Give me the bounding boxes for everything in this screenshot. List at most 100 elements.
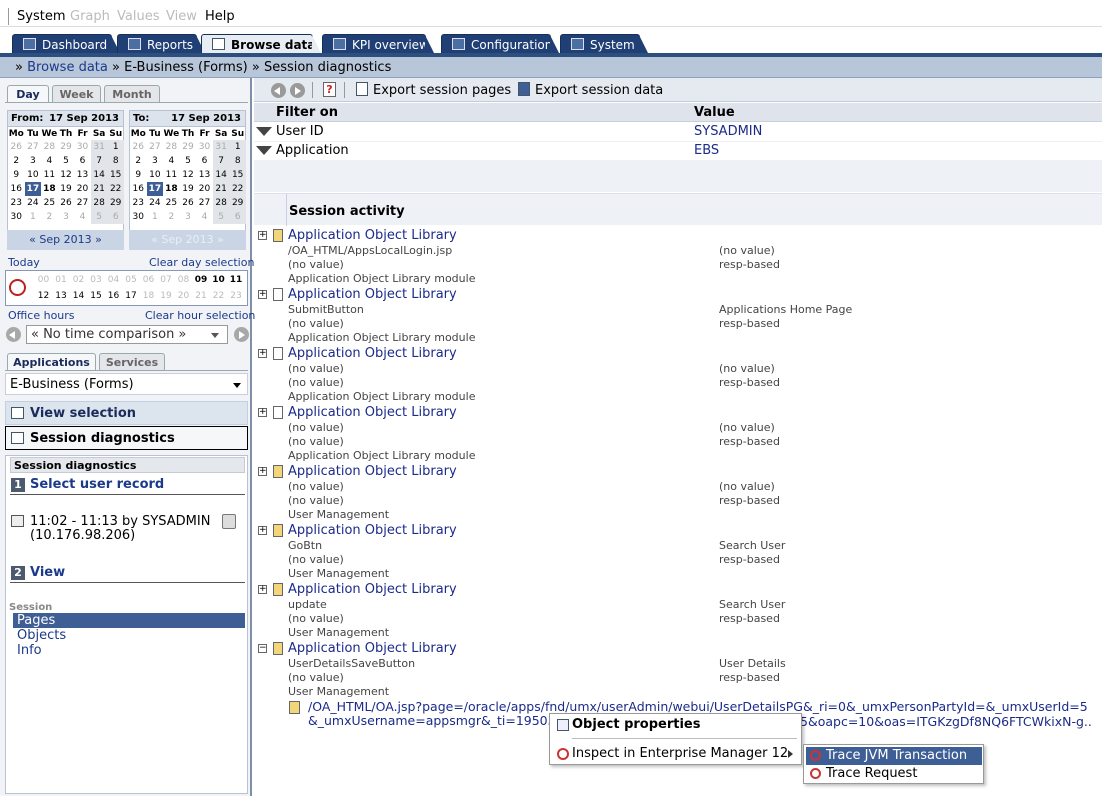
activity-title[interactable]: Application Object Library [288, 582, 457, 597]
calendar-day[interactable]: 3 [147, 154, 164, 168]
calendar-day[interactable]: 5 [90, 210, 108, 224]
calendar-day[interactable]: 28 [163, 140, 180, 154]
help-icon[interactable]: ? [323, 82, 336, 97]
application-select[interactable]: E-Business (Forms) [5, 373, 248, 395]
activity-title[interactable]: Application Object Library [288, 405, 457, 420]
calendar-day[interactable]: 19 [58, 182, 75, 196]
expand-icon[interactable]: + [258, 526, 267, 535]
activity-title[interactable]: Application Object Library [288, 464, 457, 479]
expand-icon[interactable]: + [258, 408, 267, 417]
calendar-day[interactable]: 8 [107, 154, 124, 168]
calendar-day[interactable]: 4 [196, 210, 213, 224]
calendar-day[interactable]: 15 [229, 168, 246, 182]
calendar-day[interactable]: 9 [8, 168, 25, 182]
calendar-day[interactable]: 27 [74, 196, 91, 210]
calendar-day[interactable]: 17 [24, 182, 42, 196]
hour-cell[interactable]: 07 [158, 275, 175, 285]
hour-cell[interactable]: 04 [105, 275, 122, 285]
view-selection-header[interactable]: View selection [5, 401, 248, 425]
calendar-day[interactable]: 3 [180, 210, 197, 224]
calendar-day[interactable]: 29 [58, 140, 75, 154]
calendar-day[interactable]: 17 [146, 182, 164, 196]
calendar-day[interactable]: 1 [147, 210, 164, 224]
user-record[interactable]: 11:02 - 11:13 by SYSADMIN (10.176.98.206… [30, 515, 210, 543]
calendar-day[interactable]: 4 [41, 154, 58, 168]
calendar-day[interactable]: 6 [107, 210, 124, 224]
hour-cell[interactable]: 22 [210, 291, 227, 301]
trace-request-menu-item[interactable]: Trace Request [806, 765, 982, 783]
clear-hour-link[interactable]: Clear hour selection [145, 309, 255, 322]
calendar-day[interactable]: 2 [130, 154, 147, 168]
hour-cell[interactable]: 09 [193, 275, 210, 285]
tab-day[interactable]: Day [7, 85, 49, 103]
calendar-day[interactable]: 30 [74, 140, 91, 154]
tab-configuration[interactable]: Configuration [441, 34, 560, 55]
calendar-day[interactable]: 5 [212, 210, 230, 224]
calendar-day[interactable]: 21 [212, 182, 230, 196]
nav-objects[interactable]: Objects [13, 628, 245, 643]
tab-kpi-overview[interactable]: KPI overview [322, 34, 435, 55]
calendar-day[interactable]: 26 [58, 196, 75, 210]
activity-title[interactable]: Application Object Library [288, 523, 457, 538]
calendar-day[interactable]: 18 [163, 182, 180, 196]
activity-title[interactable]: Application Object Library [288, 287, 457, 302]
breadcrumb-browse-data[interactable]: Browse data [27, 60, 108, 75]
hour-cell[interactable]: 23 [228, 291, 245, 301]
hour-cell[interactable]: 05 [123, 275, 140, 285]
calendar-day[interactable]: 3 [58, 210, 75, 224]
collapse-icon[interactable]: − [258, 644, 267, 653]
calendar-day[interactable]: 6 [74, 154, 91, 168]
calendar-day[interactable]: 9 [130, 168, 147, 182]
activity-title[interactable]: Application Object Library [288, 641, 457, 656]
calendar-day[interactable]: 13 [196, 168, 213, 182]
calendar-day[interactable]: 20 [196, 182, 213, 196]
calendar-day[interactable]: 26 [130, 140, 147, 154]
back-icon[interactable] [271, 83, 286, 98]
calendar-day[interactable]: 24 [25, 196, 42, 210]
hour-cell[interactable]: 11 [228, 275, 245, 285]
hour-cell[interactable]: 10 [210, 275, 227, 285]
calendar-day[interactable]: 5 [58, 154, 75, 168]
tab-dashboard[interactable]: Dashboard [12, 34, 121, 55]
calendar-day[interactable]: 29 [107, 196, 124, 210]
calendar-day[interactable]: 27 [147, 140, 164, 154]
calendar-day[interactable]: 22 [229, 182, 246, 196]
hour-cell[interactable]: 14 [70, 291, 87, 301]
calendar-day[interactable]: 4 [163, 154, 180, 168]
calendar-day[interactable]: 29 [180, 140, 197, 154]
hour-cell[interactable]: 01 [53, 275, 70, 285]
hour-cell[interactable]: 16 [105, 291, 122, 301]
calendar-day[interactable]: 13 [74, 168, 91, 182]
expand-icon[interactable]: + [258, 349, 267, 358]
calendar-day[interactable]: 30 [130, 210, 147, 224]
session-diagnostics-header[interactable]: Session diagnostics [5, 426, 248, 450]
expand-icon[interactable]: + [258, 467, 267, 476]
hour-cell[interactable]: 21 [193, 291, 210, 301]
inspect-em12-menu-item[interactable]: Inspect in Enterprise Manager 12 [554, 744, 797, 764]
calendar-day[interactable]: 30 [8, 210, 25, 224]
trace-jvm-transaction-menu-item[interactable]: Trace JVM Transaction [806, 747, 982, 765]
time-prev-icon[interactable] [6, 327, 21, 342]
menu-help[interactable]: Help [205, 9, 235, 24]
filter-row-application[interactable]: Application EBS [254, 142, 1102, 161]
tab-week[interactable]: Week [52, 85, 101, 103]
nav-info[interactable]: Info [13, 643, 245, 658]
calendar-day[interactable]: 21 [90, 182, 108, 196]
calendar-day[interactable]: 5 [180, 154, 197, 168]
activity-title[interactable]: Application Object Library [288, 346, 457, 361]
hour-cell[interactable]: 15 [88, 291, 105, 301]
calendar-day[interactable]: 30 [196, 140, 213, 154]
calendar-day[interactable]: 2 [163, 210, 180, 224]
tab-reports[interactable]: Reports [117, 34, 206, 55]
calendar-day[interactable]: 12 [180, 168, 197, 182]
calendar-day[interactable]: 3 [25, 154, 42, 168]
calendar-day[interactable]: 28 [90, 196, 108, 210]
calendar-day[interactable]: 20 [74, 182, 91, 196]
office-hours-link[interactable]: Office hours [8, 309, 75, 322]
calendar-day[interactable]: 7 [212, 154, 230, 168]
calendar-day[interactable]: 16 [130, 182, 147, 196]
hour-cell[interactable]: 19 [158, 291, 175, 301]
tab-system[interactable]: System [560, 34, 649, 55]
tab-applications[interactable]: Applications [7, 353, 96, 371]
calendar-day[interactable]: 11 [41, 168, 58, 182]
